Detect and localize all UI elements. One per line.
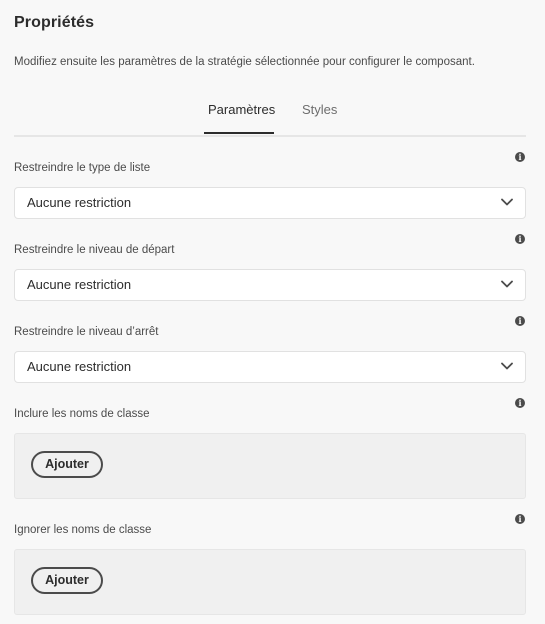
tab-styles[interactable]: Styles [302, 102, 337, 117]
chevron-down-icon [501, 362, 513, 370]
chevron-down-icon [501, 198, 513, 206]
tab-bar: Paramètres Styles [14, 97, 526, 137]
include-classes-label: Inclure les noms de classe [14, 408, 150, 420]
start-level-label: Restreindre le niveau de départ [14, 244, 175, 256]
ignore-classes-multifield: Ajouter [14, 549, 526, 615]
stop-level-select[interactable]: Aucune restriction [14, 351, 526, 383]
list-type-label: Restreindre le type de liste [14, 162, 151, 174]
stop-level-value: Aucune restriction [27, 359, 132, 374]
stop-level-label: Restreindre le niveau d’arrêt [14, 326, 159, 338]
list-type-value: Aucune restriction [27, 195, 132, 210]
info-icon[interactable]: i [515, 234, 525, 244]
add-ignore-class-button[interactable]: Ajouter [31, 567, 103, 594]
add-include-class-button[interactable]: Ajouter [31, 451, 103, 478]
info-icon[interactable]: i [515, 316, 525, 326]
info-icon[interactable]: i [515, 398, 525, 408]
panel-title: Propriétés [14, 14, 95, 31]
chevron-down-icon [501, 280, 513, 288]
include-classes-multifield: Ajouter [14, 433, 526, 499]
info-icon[interactable]: i [515, 514, 525, 524]
ignore-classes-label: Ignorer les noms de classe [14, 524, 152, 536]
panel-description: Modifiez ensuite les paramètres de la st… [14, 56, 475, 68]
tab-parametres[interactable]: Paramètres [208, 102, 275, 117]
info-icon[interactable]: i [515, 152, 525, 162]
start-level-select[interactable]: Aucune restriction [14, 269, 526, 301]
active-tab-indicator [204, 132, 274, 134]
list-type-select[interactable]: Aucune restriction [14, 187, 526, 219]
start-level-value: Aucune restriction [27, 277, 132, 292]
